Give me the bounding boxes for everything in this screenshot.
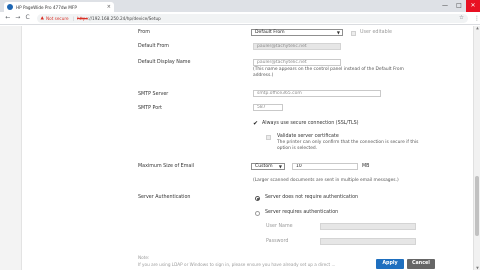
scroll-thumb[interactable]	[475, 176, 479, 236]
auth-not-required-radio[interactable]	[255, 196, 260, 201]
tab-title: HP PageWide Pro 477dw MFP	[16, 4, 77, 10]
hp-favicon-icon	[7, 4, 13, 10]
browser-toolbar: ← → C ▲ Not secure | https ://192.168.25…	[0, 12, 480, 25]
scroll-up-icon[interactable]: ▲	[474, 26, 480, 30]
browser-menu-icon[interactable]: ⋮	[474, 15, 480, 22]
validate-certificate-label: Validate server certificate	[277, 134, 339, 139]
max-size-unit: MB	[362, 164, 370, 169]
smtp-server-field[interactable]: smtp.office365.com	[253, 90, 381, 97]
validate-certificate-help: The printer can only confirm that the co…	[277, 140, 419, 151]
back-icon[interactable]: ←	[3, 15, 13, 21]
left-nav-strip	[0, 26, 22, 270]
username-label: User Name	[266, 224, 293, 229]
server-auth-label: Server Authentication	[138, 195, 191, 200]
max-email-size-label: Maximum Size of Email	[138, 164, 194, 169]
warning-icon: ▲	[40, 15, 44, 21]
from-select[interactable]: Default From ▼	[251, 29, 343, 36]
bookmark-star-icon[interactable]: ☆	[459, 15, 464, 21]
cancel-button[interactable]: Cancel	[407, 259, 435, 269]
display-name-help: (This name appears on the control panel …	[253, 67, 404, 78]
window-controls: — □ ✕	[438, 0, 480, 12]
reload-icon[interactable]: C	[23, 15, 33, 21]
browser-tab[interactable]: HP PageWide Pro 477dw MFP ×	[4, 2, 114, 12]
user-editable-label: User editable	[360, 30, 392, 35]
apply-button[interactable]: Apply	[376, 259, 404, 269]
secure-connection-checkbox[interactable]: ✔	[253, 121, 258, 127]
default-display-name-field[interactable]: pauler@tachytelic.net	[253, 59, 341, 66]
max-size-help: (Larger scanned documents are sent in mu…	[253, 178, 399, 183]
secure-connection-label: Always use secure connection (SSL/TLS)	[262, 121, 359, 126]
url-path: ://192.168.250.24/hp/device/Setup	[87, 15, 161, 21]
note-label: Note:	[138, 255, 150, 260]
browser-tab-strip: HP PageWide Pro 477dw MFP × — □ ✕	[0, 0, 480, 12]
minimize-icon[interactable]: —	[438, 0, 452, 12]
validate-certificate-checkbox[interactable]	[266, 135, 271, 140]
auth-not-required-label: Server does not require authentication	[265, 195, 359, 200]
url-separator: |	[72, 15, 75, 21]
forward-icon[interactable]: →	[13, 15, 23, 21]
auth-required-label: Server requires authentication	[265, 210, 339, 215]
username-field[interactable]	[320, 223, 416, 230]
default-display-name-label: Default Display Name	[138, 60, 191, 65]
maximize-icon[interactable]: □	[452, 0, 466, 12]
url-scheme: https	[77, 15, 88, 21]
smtp-port-field[interactable]: 587	[253, 104, 283, 111]
close-window-icon[interactable]: ✕	[466, 0, 480, 12]
page-scrollbar[interactable]: ▲ ▼	[473, 26, 480, 270]
max-size-field[interactable]: 10	[292, 163, 358, 170]
auth-required-radio[interactable]	[255, 211, 260, 216]
password-field[interactable]	[320, 238, 416, 245]
chevron-down-icon: ▼	[278, 164, 282, 169]
user-editable-checkbox[interactable]	[351, 31, 356, 36]
password-label: Password	[266, 239, 289, 244]
from-select-value: Default From	[255, 30, 285, 35]
note-text: If you are using LDAP or Windows to sign…	[138, 262, 336, 267]
max-size-select-value: Custom	[255, 164, 273, 169]
address-bar[interactable]: ▲ Not secure | https ://192.168.250.24/h…	[36, 13, 468, 23]
max-size-select[interactable]: Custom ▼	[251, 163, 285, 170]
default-from-label: Default From	[138, 44, 169, 49]
tab-close-icon[interactable]: ×	[107, 4, 111, 10]
default-from-field[interactable]: pauler@tachytelic.net	[253, 43, 341, 50]
from-label: From	[138, 30, 150, 35]
scroll-down-icon[interactable]: ▼	[474, 266, 480, 270]
smtp-port-label: SMTP Port	[138, 106, 163, 111]
security-warning[interactable]: Not secure	[46, 16, 69, 21]
chevron-down-icon: ▼	[336, 30, 340, 35]
smtp-server-label: SMTP Server	[138, 92, 169, 97]
screen: HP PageWide Pro 477dw MFP × — □ ✕ ← → C …	[0, 0, 480, 270]
